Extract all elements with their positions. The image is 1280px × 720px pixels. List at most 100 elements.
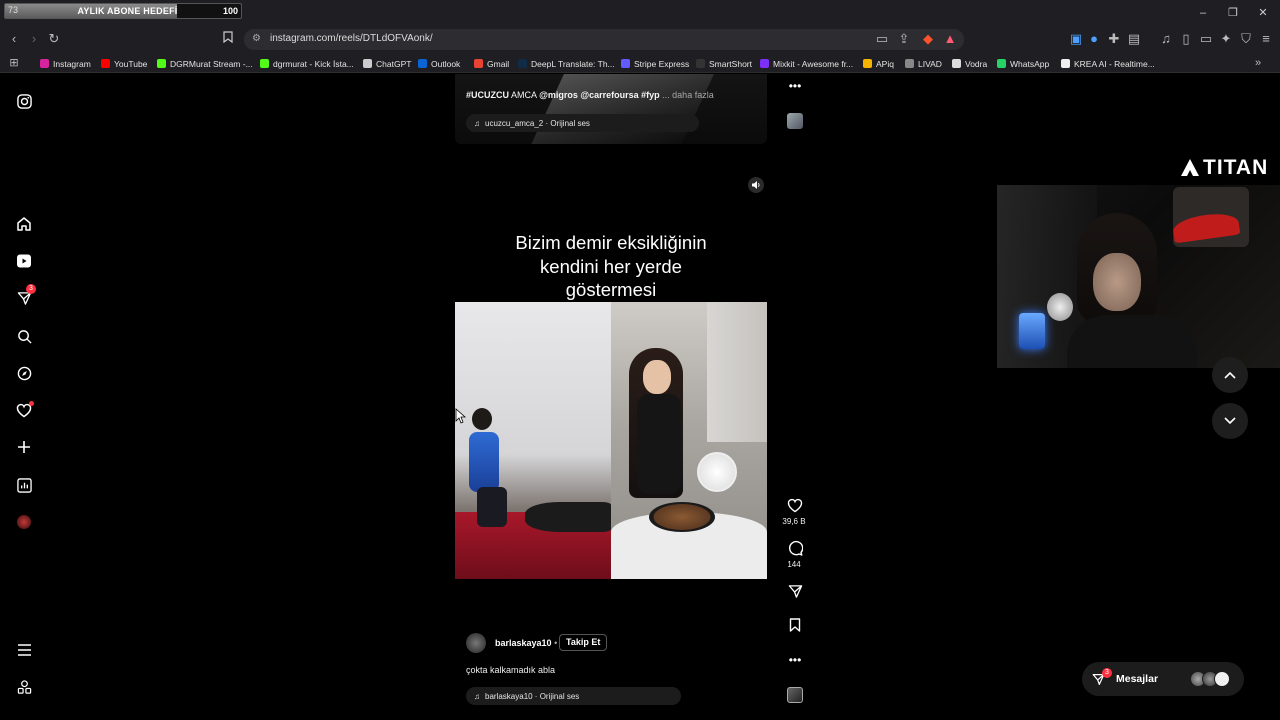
notifications-heart-icon[interactable] [14,400,34,420]
previous-reel-caption: #UCUZCU AMCA @migros @carrefoursa #fyp .… [466,90,714,100]
reel-video[interactable]: Bizim demir eksikliğinin kendini her yer… [455,165,767,717]
chat-avatar-3 [1214,671,1230,687]
search-icon[interactable] [14,326,34,346]
bookmark-apiq[interactable]: APiq [863,57,894,70]
profile-avatar[interactable] [14,512,34,532]
close-icon[interactable]: ✕ [1256,6,1270,20]
volume-icon[interactable] [748,177,764,193]
reel-audio-thumb[interactable] [786,686,804,704]
reload-icon[interactable]: ↻ [46,31,62,47]
forward-icon[interactable]: › [26,31,42,47]
minimize-icon[interactable]: – [1196,6,1210,20]
more-bookmarks-icon[interactable]: » [1250,55,1266,71]
previous-reel-audio[interactable]: ♫ ucuzcu_amca_2 · Orijinal ses [466,114,699,132]
extension-1-icon[interactable]: ▣ [1068,31,1084,47]
restore-icon[interactable]: ❐ [1226,6,1240,20]
notifications-badge: 3 [26,284,36,294]
bookmark-instagram[interactable]: Instagram [40,57,91,70]
reel-audio[interactable]: ♫ barlaskaya10 · Orijinal ses [466,687,681,705]
caption-more-link[interactable]: ... daha fazla [662,90,714,100]
bookmark-dgrmurat-stream[interactable]: DGRMurat Stream -... [157,57,253,70]
woman-dress [637,394,681,494]
wallet-icon[interactable]: ▭ [1198,31,1214,47]
titan-emblem-icon [1181,159,1199,176]
author-avatar[interactable] [466,633,486,653]
messages-badge: 3 [1102,668,1112,678]
bookmark-gmail[interactable]: Gmail [474,57,509,70]
menu-icon[interactable]: ≡ [1258,31,1274,47]
direct-messages-icon[interactable]: 3 [14,284,36,308]
follow-button[interactable]: Takip Et [559,634,608,651]
webcam-overlay [997,185,1280,368]
bookmark-krea[interactable]: KREA AI - Realtime... [1061,57,1155,70]
bookmark-smartshort[interactable]: SmartShort [696,57,752,70]
share-icon[interactable] [786,582,804,600]
previous-reel-audio-thumb[interactable] [786,112,804,130]
address-bar[interactable]: ⚙ instagram.com/reels/DTLdOFVAonk/ [244,29,964,50]
author-username[interactable]: barlaskaya10 • [495,638,557,648]
bookmark-youtube[interactable]: YouTube [101,57,147,70]
person-pants [477,487,507,527]
bookmark-chatgpt[interactable]: ChatGPT [363,57,411,70]
leo-ai-icon[interactable]: ✦ [1218,31,1234,47]
black-blanket [525,502,611,532]
create-icon[interactable] [14,437,34,457]
reel-right-scene [611,302,767,579]
kick-favicon-icon [157,59,166,68]
extensions-icon[interactable]: ✚ [1106,31,1122,47]
comment-icon[interactable] [786,539,804,557]
instagram-logo-icon[interactable] [14,91,34,111]
extension-3-icon[interactable]: ▤ [1126,31,1142,47]
more-menu-icon[interactable] [14,640,34,660]
subscriber-goal-target: 100 [222,6,238,16]
messages-dock[interactable]: 3 Mesajlar [1082,662,1244,696]
bookmark-mixkit[interactable]: Mixkit - Awesome fr... [760,57,853,70]
music-note-icon: ♫ [474,691,480,701]
bookmark-outlook[interactable]: Outlook [418,57,460,70]
bookmark-livad[interactable]: LIVAD [905,57,942,70]
woman-face [643,360,671,394]
streamer-shirt [1067,315,1197,368]
previous-reel-button[interactable] [1212,357,1248,393]
next-reel-button[interactable] [1212,403,1248,439]
cast-icon[interactable]: ▭ [874,31,890,47]
dashboard-icon[interactable] [14,475,34,495]
save-icon[interactable] [786,616,804,634]
like-icon[interactable] [786,496,804,514]
sidebar-toggle-icon[interactable]: ▯ [1178,31,1194,47]
share-icon[interactable]: ⇪ [896,31,912,47]
brave-shield-icon[interactable]: ◆ [920,31,936,47]
like-count: 39,6 B [782,517,806,526]
whatsapp-favicon-icon [997,59,1006,68]
home-icon[interactable] [14,214,34,234]
bookmark-deepl[interactable]: DeepL Translate: Th... [518,57,615,70]
deepl-favicon-icon [518,59,527,68]
bookmark-whatsapp[interactable]: WhatsApp [997,57,1049,70]
apps-grid-icon[interactable]: ⊞ [6,55,22,71]
previous-reel-more-icon[interactable]: ••• [786,77,804,95]
bookmark-stripe[interactable]: Stripe Express [621,57,689,70]
titan-logo: TITAN [1180,156,1268,180]
bookmark-kick[interactable]: dgrmurat - Kick İsta... [260,57,354,70]
brave-rewards-icon[interactable]: ▲ [942,31,958,47]
mouse-cursor-icon [455,408,467,429]
bookmark-page-icon[interactable] [220,31,236,47]
apiq-favicon-icon [863,59,872,68]
vpn-shield-icon[interactable]: ⛉ [1238,31,1254,47]
back-icon[interactable]: ‹ [6,31,22,47]
blue-light-object [1019,313,1045,349]
outlook-favicon-icon [418,59,427,68]
url-text[interactable]: instagram.com/reels/DTLdOFVAonk/ [270,33,433,44]
media-icon[interactable]: ♫ [1158,31,1174,47]
bookmark-vodra[interactable]: Vodra [952,57,987,70]
subscriber-goal-label: AYLIK ABONE HEDEFİ [77,6,178,16]
chevron-down-icon [1224,417,1236,425]
previous-reel-card[interactable]: #UCUZCU AMCA @migros @carrefoursa #fyp .… [455,74,767,144]
extension-2-icon[interactable]: ● [1086,31,1102,47]
site-settings-icon[interactable]: ⚙ [252,33,261,44]
explore-icon[interactable] [14,363,34,383]
more-options-icon[interactable]: ••• [786,651,804,669]
comment-count: 144 [787,560,801,569]
also-from-meta-icon[interactable] [14,677,34,697]
reels-icon[interactable] [14,251,34,271]
